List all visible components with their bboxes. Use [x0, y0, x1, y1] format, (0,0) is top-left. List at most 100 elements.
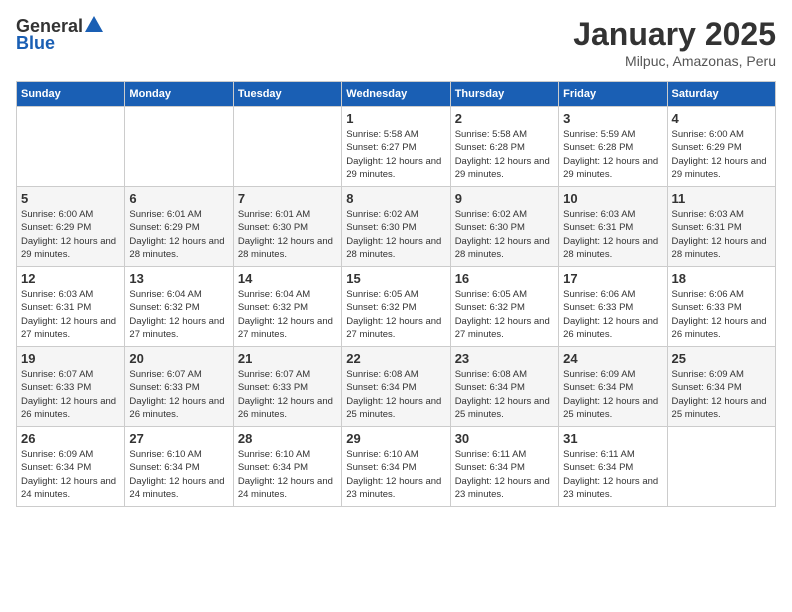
calendar-day-cell: 21 Sunrise: 6:07 AM Sunset: 6:33 PM Dayli…: [233, 347, 341, 427]
day-info: Sunrise: 6:05 AM Sunset: 6:32 PM Dayligh…: [346, 288, 445, 341]
calendar-day-cell: [17, 107, 125, 187]
calendar-day-cell: 5 Sunrise: 6:00 AM Sunset: 6:29 PM Daylig…: [17, 187, 125, 267]
day-info: Sunrise: 6:02 AM Sunset: 6:30 PM Dayligh…: [346, 208, 445, 261]
day-number: 26: [21, 431, 120, 446]
calendar-day-cell: 24 Sunrise: 6:09 AM Sunset: 6:34 PM Dayli…: [559, 347, 667, 427]
calendar-table: SundayMondayTuesdayWednesdayThursdayFrid…: [16, 81, 776, 507]
calendar-day-cell: 8 Sunrise: 6:02 AM Sunset: 6:30 PM Daylig…: [342, 187, 450, 267]
day-number: 30: [455, 431, 554, 446]
calendar-day-cell: 20 Sunrise: 6:07 AM Sunset: 6:33 PM Dayli…: [125, 347, 233, 427]
day-info: Sunrise: 5:59 AM Sunset: 6:28 PM Dayligh…: [563, 128, 662, 181]
calendar-day-cell: 6 Sunrise: 6:01 AM Sunset: 6:29 PM Daylig…: [125, 187, 233, 267]
day-number: 19: [21, 351, 120, 366]
day-info: Sunrise: 6:04 AM Sunset: 6:32 PM Dayligh…: [238, 288, 337, 341]
day-info: Sunrise: 6:05 AM Sunset: 6:32 PM Dayligh…: [455, 288, 554, 341]
weekday-header: Friday: [559, 82, 667, 107]
day-info: Sunrise: 6:08 AM Sunset: 6:34 PM Dayligh…: [346, 368, 445, 421]
calendar-day-cell: 30 Sunrise: 6:11 AM Sunset: 6:34 PM Dayli…: [450, 427, 558, 507]
day-info: Sunrise: 6:09 AM Sunset: 6:34 PM Dayligh…: [563, 368, 662, 421]
day-number: 15: [346, 271, 445, 286]
day-number: 11: [672, 191, 771, 206]
calendar-day-cell: 9Sunrise: 6:02 AM Sunset: 6:30 PM Daylig…: [450, 187, 558, 267]
day-number: 5: [21, 191, 120, 206]
day-info: Sunrise: 6:00 AM Sunset: 6:29 PM Dayligh…: [672, 128, 771, 181]
day-info: Sunrise: 5:58 AM Sunset: 6:28 PM Dayligh…: [455, 128, 554, 181]
day-number: 27: [129, 431, 228, 446]
day-info: Sunrise: 6:09 AM Sunset: 6:34 PM Dayligh…: [21, 448, 120, 501]
day-info: Sunrise: 6:06 AM Sunset: 6:33 PM Dayligh…: [563, 288, 662, 341]
calendar-day-cell: [667, 427, 775, 507]
calendar-day-cell: 29Sunrise: 6:10 AM Sunset: 6:34 PM Dayli…: [342, 427, 450, 507]
day-info: Sunrise: 6:08 AM Sunset: 6:34 PM Dayligh…: [455, 368, 554, 421]
calendar-day-cell: 16 Sunrise: 6:05 AM Sunset: 6:32 PM Dayli…: [450, 267, 558, 347]
calendar-day-cell: 19 Sunrise: 6:07 AM Sunset: 6:33 PM Dayli…: [17, 347, 125, 427]
day-info: Sunrise: 6:01 AM Sunset: 6:29 PM Dayligh…: [129, 208, 228, 261]
day-number: 24: [563, 351, 662, 366]
calendar-day-cell: 10 Sunrise: 6:03 AM Sunset: 6:31 PM Dayli…: [559, 187, 667, 267]
day-number: 6: [129, 191, 228, 206]
calendar-day-cell: 28Sunrise: 6:10 AM Sunset: 6:34 PM Dayli…: [233, 427, 341, 507]
calendar-day-cell: 26 Sunrise: 6:09 AM Sunset: 6:34 PM Dayli…: [17, 427, 125, 507]
day-number: 22: [346, 351, 445, 366]
day-number: 7: [238, 191, 337, 206]
day-number: 21: [238, 351, 337, 366]
calendar-day-cell: 18 Sunrise: 6:06 AM Sunset: 6:33 PM Dayli…: [667, 267, 775, 347]
day-number: 14: [238, 271, 337, 286]
day-number: 25: [672, 351, 771, 366]
calendar-week-row: 26 Sunrise: 6:09 AM Sunset: 6:34 PM Dayli…: [17, 427, 776, 507]
weekday-header: Sunday: [17, 82, 125, 107]
page-header: General Blue January 2025 Milpuc, Amazon…: [16, 16, 776, 69]
logo-blue-text: Blue: [16, 33, 55, 54]
weekday-header: Wednesday: [342, 82, 450, 107]
day-number: 13: [129, 271, 228, 286]
calendar-subtitle: Milpuc, Amazonas, Peru: [573, 53, 776, 69]
day-number: 31: [563, 431, 662, 446]
day-info: Sunrise: 6:00 AM Sunset: 6:29 PM Dayligh…: [21, 208, 120, 261]
day-number: 4: [672, 111, 771, 126]
day-number: 10: [563, 191, 662, 206]
calendar-day-cell: 2Sunrise: 5:58 AM Sunset: 6:28 PM Daylig…: [450, 107, 558, 187]
day-number: 18: [672, 271, 771, 286]
day-info: Sunrise: 6:10 AM Sunset: 6:34 PM Dayligh…: [129, 448, 228, 501]
day-number: 3: [563, 111, 662, 126]
day-info: Sunrise: 6:03 AM Sunset: 6:31 PM Dayligh…: [21, 288, 120, 341]
day-number: 29: [346, 431, 445, 446]
calendar-day-cell: 17 Sunrise: 6:06 AM Sunset: 6:33 PM Dayli…: [559, 267, 667, 347]
day-number: 23: [455, 351, 554, 366]
calendar-day-cell: 22 Sunrise: 6:08 AM Sunset: 6:34 PM Dayli…: [342, 347, 450, 427]
day-info: Sunrise: 6:07 AM Sunset: 6:33 PM Dayligh…: [238, 368, 337, 421]
day-info: Sunrise: 6:02 AM Sunset: 6:30 PM Dayligh…: [455, 208, 554, 261]
calendar-week-row: 12 Sunrise: 6:03 AM Sunset: 6:31 PM Dayli…: [17, 267, 776, 347]
day-info: Sunrise: 6:07 AM Sunset: 6:33 PM Dayligh…: [21, 368, 120, 421]
day-info: Sunrise: 6:04 AM Sunset: 6:32 PM Dayligh…: [129, 288, 228, 341]
weekday-header: Saturday: [667, 82, 775, 107]
calendar-day-cell: 11 Sunrise: 6:03 AM Sunset: 6:31 PM Dayli…: [667, 187, 775, 267]
calendar-title: January 2025: [573, 16, 776, 53]
day-info: Sunrise: 6:03 AM Sunset: 6:31 PM Dayligh…: [672, 208, 771, 261]
day-info: Sunrise: 6:06 AM Sunset: 6:33 PM Dayligh…: [672, 288, 771, 341]
calendar-day-cell: 13 Sunrise: 6:04 AM Sunset: 6:32 PM Dayli…: [125, 267, 233, 347]
calendar-day-cell: [125, 107, 233, 187]
day-number: 8: [346, 191, 445, 206]
calendar-day-cell: 15 Sunrise: 6:05 AM Sunset: 6:32 PM Dayli…: [342, 267, 450, 347]
day-number: 12: [21, 271, 120, 286]
day-info: Sunrise: 6:07 AM Sunset: 6:33 PM Dayligh…: [129, 368, 228, 421]
calendar-day-cell: 25Sunrise: 6:09 AM Sunset: 6:34 PM Dayli…: [667, 347, 775, 427]
calendar-day-cell: 12 Sunrise: 6:03 AM Sunset: 6:31 PM Dayli…: [17, 267, 125, 347]
calendar-day-cell: 14 Sunrise: 6:04 AM Sunset: 6:32 PM Dayli…: [233, 267, 341, 347]
calendar-day-cell: [233, 107, 341, 187]
calendar-day-cell: 27 Sunrise: 6:10 AM Sunset: 6:34 PM Dayli…: [125, 427, 233, 507]
logo: General Blue: [16, 16, 103, 54]
day-info: Sunrise: 6:01 AM Sunset: 6:30 PM Dayligh…: [238, 208, 337, 261]
day-info: Sunrise: 6:03 AM Sunset: 6:31 PM Dayligh…: [563, 208, 662, 261]
day-number: 28: [238, 431, 337, 446]
logo-triangle-icon: [85, 16, 103, 32]
day-number: 16: [455, 271, 554, 286]
calendar-week-row: 19 Sunrise: 6:07 AM Sunset: 6:33 PM Dayli…: [17, 347, 776, 427]
day-info: Sunrise: 6:11 AM Sunset: 6:34 PM Dayligh…: [455, 448, 554, 501]
calendar-day-cell: 1Sunrise: 5:58 AM Sunset: 6:27 PM Daylig…: [342, 107, 450, 187]
calendar-week-row: 1Sunrise: 5:58 AM Sunset: 6:27 PM Daylig…: [17, 107, 776, 187]
day-number: 17: [563, 271, 662, 286]
weekday-header: Tuesday: [233, 82, 341, 107]
day-number: 20: [129, 351, 228, 366]
